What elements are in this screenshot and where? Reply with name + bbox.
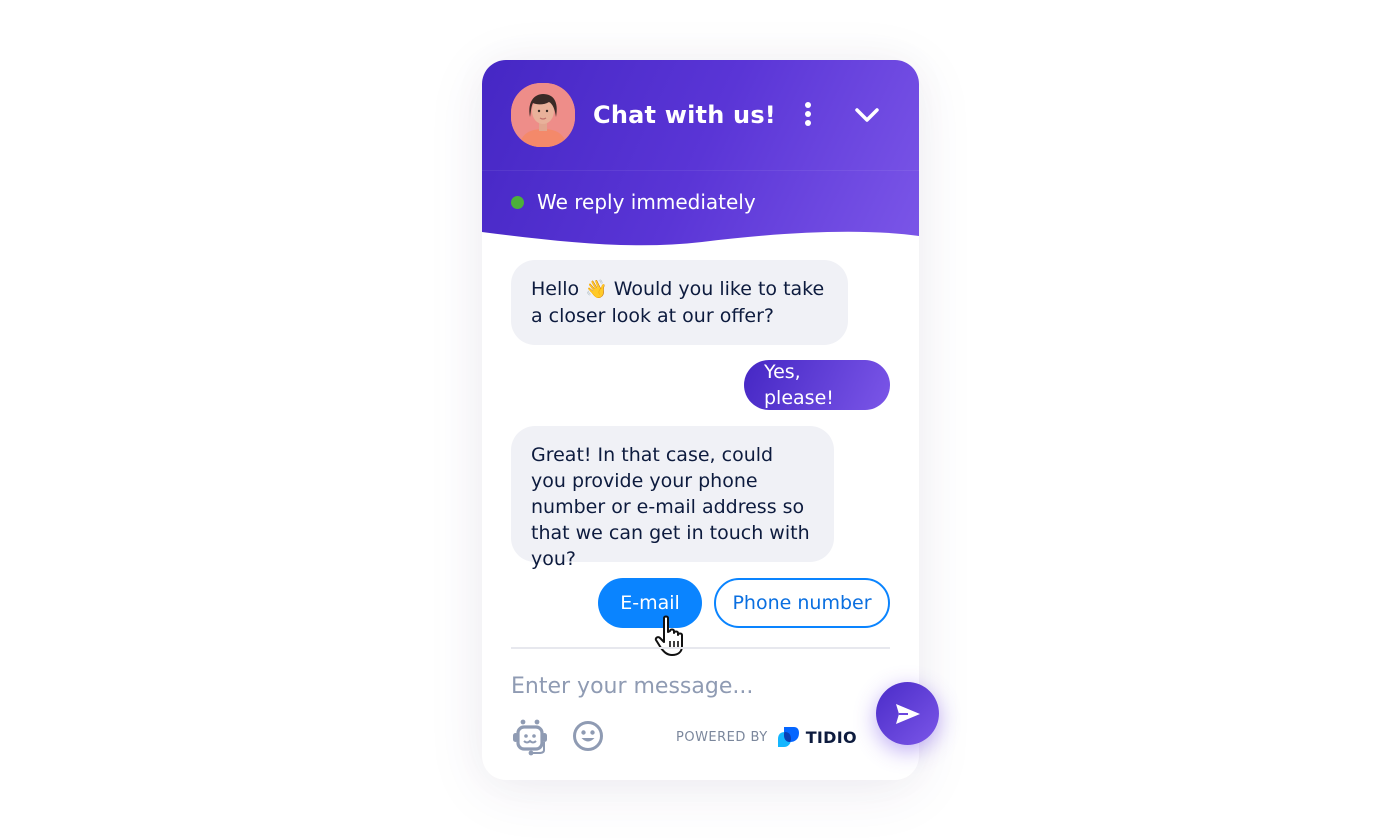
header-top-bar: Chat with us! xyxy=(482,60,919,171)
chat-widget: Chat with us! We reply immediately Hello… xyxy=(482,60,939,780)
bot-message: Hello 👋 Would you like to take a closer … xyxy=(511,260,848,345)
chatbot-icon xyxy=(513,719,547,756)
message-input[interactable] xyxy=(511,668,841,704)
status-text: We reply immediately xyxy=(537,190,756,214)
chat-title: Chat with us! xyxy=(593,101,776,129)
more-vertical-icon xyxy=(798,102,818,126)
send-icon xyxy=(895,703,920,724)
minimize-button[interactable] xyxy=(852,104,882,126)
waving-hand-icon: 👋 xyxy=(585,279,608,300)
quick-reply-phone[interactable]: Phone number xyxy=(714,578,890,628)
message-text: Hello xyxy=(531,278,580,300)
quick-reply-label: Phone number xyxy=(732,592,872,614)
send-button[interactable] xyxy=(876,682,939,745)
agent-photo-icon xyxy=(511,83,575,147)
online-dot-icon xyxy=(511,195,524,209)
composer-divider xyxy=(511,647,890,649)
header-wave xyxy=(482,231,919,252)
avatar xyxy=(511,83,575,147)
tidio-brand: TIDIO xyxy=(805,727,857,747)
user-message: Yes, please! xyxy=(744,360,890,410)
hand-pointer-cursor-icon xyxy=(654,615,683,656)
message-text: Yes, please! xyxy=(764,361,834,409)
message-text: Great! In that case, could you provide y… xyxy=(531,444,810,570)
emoji-button[interactable] xyxy=(572,720,604,752)
more-options-button[interactable] xyxy=(798,102,818,132)
chevron-down-icon xyxy=(855,108,879,122)
quick-reply-label: E-mail xyxy=(620,592,680,614)
powered-by-label: POWERED BY xyxy=(676,729,768,745)
smiley-icon xyxy=(573,721,603,751)
chatbot-button[interactable] xyxy=(511,718,549,756)
bot-message: Great! In that case, could you provide y… xyxy=(511,426,834,570)
tidio-logo-icon xyxy=(777,727,799,747)
status-indicator: We reply immediately xyxy=(511,190,756,214)
powered-by-branding[interactable]: POWERED BY TIDIO xyxy=(676,725,857,749)
